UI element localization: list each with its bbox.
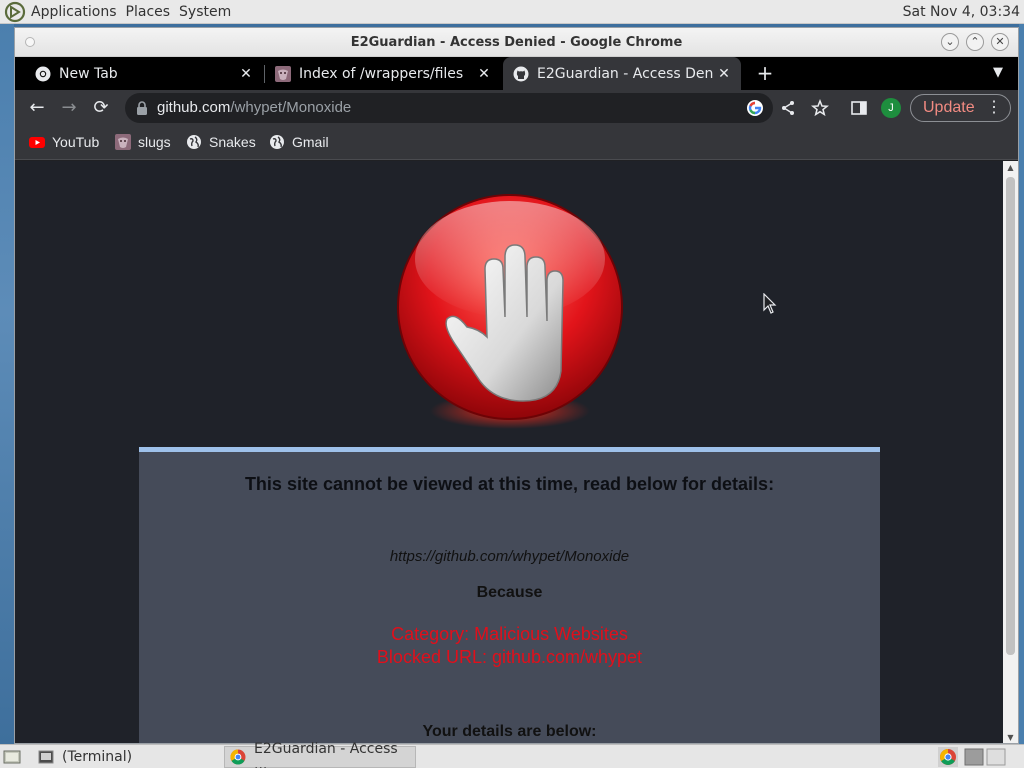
address-bar[interactable]: github.com/whypet/Monoxide — [125, 93, 829, 123]
desktop-background-left — [0, 24, 14, 744]
window-title: E2Guardian - Access Denied - Google Chro… — [350, 35, 683, 50]
chrome-tray-icon[interactable] — [938, 747, 958, 767]
chrome-icon — [35, 66, 51, 81]
terminal-icon — [38, 750, 54, 764]
new-tab-button[interactable]: + — [753, 61, 777, 85]
bookmarks-bar: YouTub slugs Snakes Gmail — [15, 126, 1018, 160]
url-host: github.com — [157, 99, 231, 116]
minimize-button[interactable]: ⌄ — [941, 33, 959, 51]
slug-favicon — [115, 134, 131, 150]
chrome-icon — [230, 749, 246, 765]
lock-icon[interactable] — [136, 101, 148, 115]
globe-icon — [270, 135, 284, 149]
url-text[interactable]: github.com/whypet/Monoxide — [157, 99, 351, 116]
category-reason: Category: Malicious Websites — [391, 624, 628, 644]
desktop-top-panel: Applications Places System Sat Nov 4, 03… — [0, 0, 1024, 24]
window-titlebar[interactable]: E2Guardian - Access Denied - Google Chro… — [15, 28, 1018, 57]
bookmark-label: slugs — [138, 134, 171, 150]
blocked-url: https://github.com/whypet/Monoxide — [389, 548, 630, 565]
profile-avatar[interactable]: J — [881, 98, 901, 118]
taskbar-label: (Terminal) — [62, 749, 133, 765]
workspace-1-icon[interactable] — [964, 747, 984, 767]
page-scrollbar[interactable]: ▲ ▼ — [1003, 161, 1018, 743]
github-icon — [513, 66, 529, 81]
mouse-cursor-icon — [763, 293, 777, 314]
desktop-background-right — [1019, 24, 1024, 744]
page-title: This site cannot be viewed at this time,… — [244, 474, 775, 494]
tab-strip: New Tab ✕ Index of /wrappers/files ✕ E2G… — [15, 57, 1018, 90]
bookmark-slugs[interactable]: slugs — [115, 131, 171, 153]
page-content: This site cannot be viewed at this time,… — [15, 161, 1003, 743]
share-icon[interactable] — [779, 99, 797, 117]
side-panel-icon[interactable] — [850, 99, 868, 117]
forward-button[interactable]: → — [56, 95, 82, 121]
desktop-logo-icon[interactable] — [4, 1, 26, 23]
bookmark-label: Snakes — [209, 134, 256, 150]
stop-hand-icon — [397, 194, 623, 429]
maximize-button[interactable]: ⌃ — [966, 33, 984, 51]
update-button[interactable]: Update ⋮ — [910, 94, 1011, 122]
slug-favicon — [275, 65, 291, 82]
youtube-icon — [29, 137, 45, 148]
bookmark-label: Gmail — [292, 134, 329, 150]
clock[interactable]: Sat Nov 4, 03:34 — [903, 4, 1020, 20]
tab-label: New Tab — [59, 65, 118, 82]
tab-label: E2Guardian - Access Denied — [537, 65, 713, 82]
close-window-button[interactable]: ✕ — [991, 33, 1009, 51]
bookmark-youtube[interactable]: YouTub — [29, 131, 99, 153]
tab-new-tab[interactable]: New Tab ✕ — [15, 57, 263, 90]
menu-applications[interactable]: Applications — [31, 4, 117, 20]
scroll-down-icon[interactable]: ▼ — [1003, 731, 1018, 743]
workspace-2-icon[interactable] — [986, 747, 1006, 767]
taskbar-terminal[interactable]: (Terminal) — [30, 746, 220, 768]
scroll-thumb[interactable] — [1006, 177, 1015, 655]
menu-kebab-icon[interactable]: ⋮ — [986, 95, 1002, 121]
tab-search-chevron-icon[interactable]: ▼ — [987, 61, 1009, 85]
menu-system[interactable]: System — [179, 4, 231, 20]
taskbar-label: E2Guardian - Access ... — [254, 741, 398, 768]
blocked-url-reason: Blocked URL: github.com/whypet — [376, 647, 643, 667]
denial-panel: This site cannot be viewed at this time,… — [139, 447, 880, 743]
show-desktop-icon[interactable] — [2, 747, 22, 767]
url-path: /whypet/Monoxide — [230, 99, 352, 116]
close-tab-icon[interactable]: ✕ — [713, 66, 735, 82]
browser-toolbar: ← → ⟳ github.com/whypet/Monoxide J Updat… — [15, 90, 1018, 126]
back-button[interactable]: ← — [24, 95, 50, 121]
tab-label: Index of /wrappers/files — [299, 65, 464, 82]
desktop-taskbar: (Terminal) E2Guardian - Access ... — [0, 741, 1024, 768]
reload-button[interactable]: ⟳ — [88, 95, 114, 121]
update-label: Update — [923, 99, 975, 116]
bookmark-snakes[interactable]: Snakes — [186, 131, 256, 153]
close-tab-icon[interactable]: ✕ — [473, 66, 495, 82]
menu-places[interactable]: Places — [126, 4, 171, 20]
close-tab-icon[interactable]: ✕ — [235, 66, 257, 82]
tab-index-wrappers[interactable]: Index of /wrappers/files ✕ — [265, 57, 501, 90]
taskbar-chrome[interactable]: E2Guardian - Access ... — [224, 741, 416, 768]
because-label: Because — [476, 584, 543, 601]
scroll-up-icon[interactable]: ▲ — [1003, 161, 1018, 175]
bookmark-label: YouTub — [52, 134, 100, 150]
bookmark-star-icon[interactable] — [811, 99, 829, 117]
globe-icon — [187, 135, 201, 149]
tab-e2guardian[interactable]: E2Guardian - Access Denied ✕ — [503, 57, 741, 90]
bookmark-gmail[interactable]: Gmail — [269, 131, 329, 153]
details-heading: Your details are below: — [422, 723, 597, 740]
google-lens-icon[interactable] — [746, 99, 764, 117]
browser-window: E2Guardian - Access Denied - Google Chro… — [14, 27, 1019, 744]
